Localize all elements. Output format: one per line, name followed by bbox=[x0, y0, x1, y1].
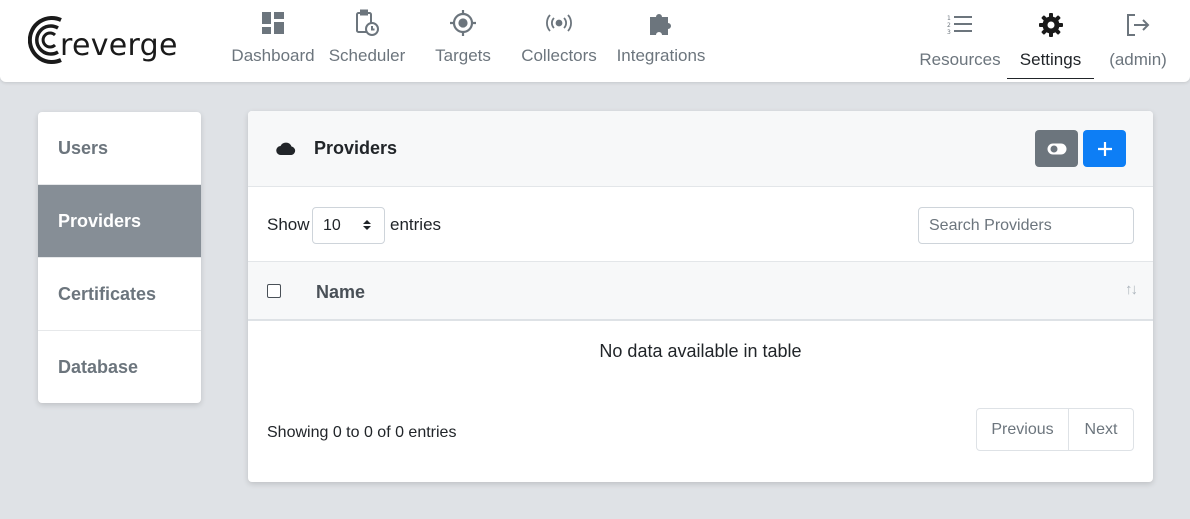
svg-text:2: 2 bbox=[947, 22, 951, 29]
list-ordered-icon: 1 2 3 bbox=[947, 15, 972, 36]
nav-scheduler[interactable]: Scheduler bbox=[328, 0, 406, 82]
nav-integrations-label: Integrations bbox=[616, 46, 706, 65]
sidebar-item-label: Users bbox=[58, 137, 109, 158]
svg-text:1: 1 bbox=[947, 15, 951, 22]
plus-icon bbox=[1097, 141, 1112, 156]
broadcast-icon bbox=[546, 14, 572, 32]
sidebar-item-label: Database bbox=[58, 357, 139, 377]
puzzle-icon bbox=[650, 14, 671, 35]
add-provider-button[interactable] bbox=[1083, 130, 1126, 167]
page-title: Providers bbox=[314, 138, 398, 158]
previous-page-button[interactable]: Previous bbox=[977, 409, 1069, 450]
select-arrows-icon bbox=[363, 220, 371, 230]
entries-length-select[interactable]: 10 bbox=[312, 207, 385, 244]
table-header: Name ↑↓ bbox=[248, 261, 1153, 321]
entries-label: entries bbox=[390, 215, 442, 234]
column-header-name[interactable]: Name bbox=[316, 282, 365, 303]
nav-integrations[interactable]: Integrations bbox=[615, 0, 707, 82]
providers-card: Providers Show 10 entries Name ↑↓ No dat… bbox=[248, 111, 1153, 482]
nav-admin-label: (admin) bbox=[1109, 50, 1167, 69]
sidebar-item-label: Certificates bbox=[58, 283, 157, 304]
toggle-icon bbox=[1047, 143, 1066, 154]
nav-resources[interactable]: 1 2 3 Resources bbox=[919, 0, 1001, 82]
select-all-checkbox[interactable] bbox=[267, 284, 281, 298]
next-page-button[interactable]: Next bbox=[1069, 409, 1133, 450]
card-header: Providers bbox=[248, 111, 1153, 187]
svg-text:3: 3 bbox=[947, 29, 951, 36]
scheduler-icon bbox=[356, 9, 379, 36]
nav-scheduler-label: Scheduler bbox=[328, 46, 406, 65]
nav-dashboard-label: Dashboard bbox=[231, 46, 315, 65]
sidebar-item-database[interactable]: Database bbox=[38, 331, 201, 403]
settings-sidebar: Users Providers Certificates Database bbox=[38, 112, 201, 403]
cloud-icon bbox=[276, 142, 296, 156]
entries-length-value: 10 bbox=[323, 216, 341, 234]
sidebar-item-label: Providers bbox=[58, 210, 142, 231]
sidebar-item-certificates[interactable]: Certificates bbox=[38, 258, 201, 331]
nav-collectors[interactable]: Collectors bbox=[521, 0, 597, 82]
logout-icon bbox=[1127, 14, 1150, 36]
pagination: Previous Next bbox=[976, 408, 1134, 451]
brand-name: reverge bbox=[60, 28, 178, 63]
show-label: Show bbox=[267, 215, 310, 234]
top-navbar: reverge Dashboard Scheduler Targets Coll… bbox=[0, 0, 1190, 82]
table-info: Showing 0 to 0 of 0 entries bbox=[267, 424, 457, 441]
nav-settings[interactable]: Settings bbox=[1007, 0, 1094, 82]
nav-targets-label: Targets bbox=[435, 46, 491, 65]
target-icon bbox=[450, 10, 476, 36]
dashboard-icon bbox=[262, 12, 284, 34]
nav-logout[interactable]: (admin) bbox=[1108, 0, 1168, 82]
nav-settings-label: Settings bbox=[1019, 50, 1082, 69]
gear-icon bbox=[1038, 13, 1063, 37]
sort-icon[interactable]: ↑↓ bbox=[1125, 281, 1138, 298]
empty-table-message: No data available in table bbox=[599, 341, 802, 361]
sidebar-item-users[interactable]: Users bbox=[38, 112, 201, 185]
sidebar-item-providers[interactable]: Providers bbox=[38, 185, 201, 258]
nav-dashboard[interactable]: Dashboard bbox=[231, 0, 315, 82]
nav-resources-label: Resources bbox=[919, 50, 1001, 69]
toggle-button[interactable] bbox=[1035, 130, 1078, 167]
nav-targets[interactable]: Targets bbox=[432, 0, 494, 82]
brand-logo[interactable]: reverge bbox=[28, 12, 178, 68]
search-providers-input[interactable] bbox=[918, 207, 1134, 244]
nav-collectors-label: Collectors bbox=[521, 46, 597, 65]
